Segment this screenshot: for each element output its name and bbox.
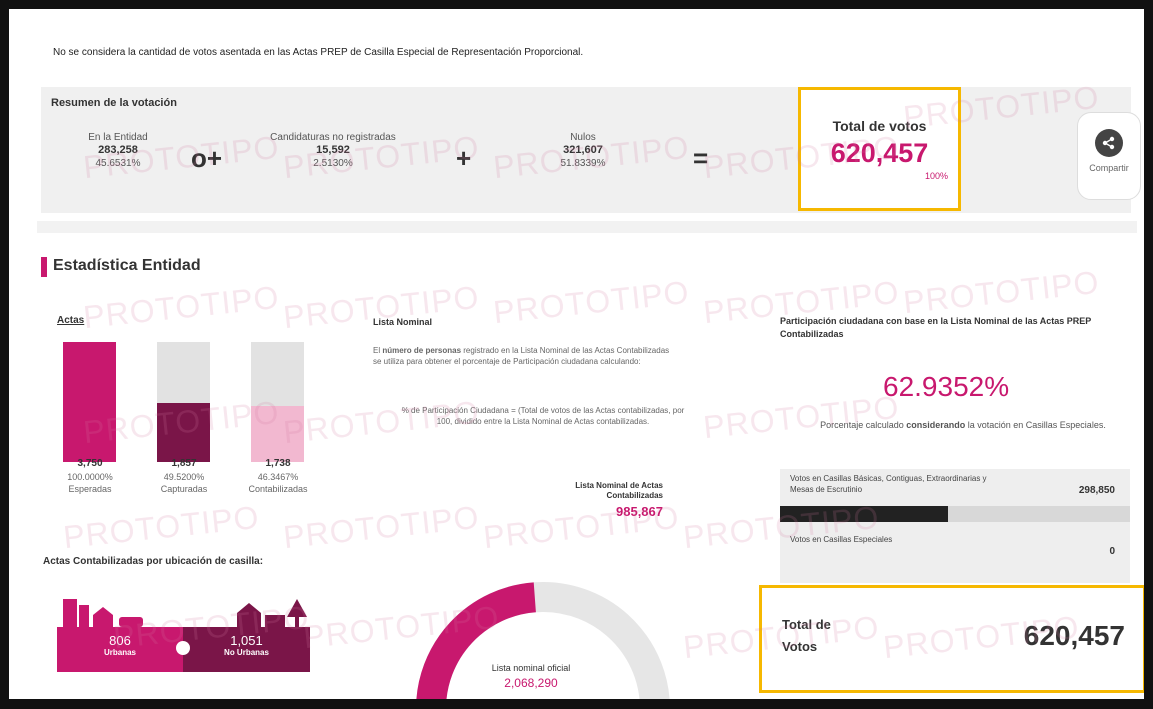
watermark: PROTOTIPO — [701, 388, 902, 446]
total-votes-label: Total de votos — [832, 118, 927, 134]
watermark: PROTOTIPO — [491, 273, 692, 331]
summary-item-entidad: En la Entidad 283,258 45.6531% — [73, 131, 163, 170]
summary-item-value: 283,258 — [98, 144, 138, 156]
total-de-votos-value: 620,457 — [1023, 620, 1125, 651]
summary-item-pct: 2.5130% — [313, 158, 353, 169]
summary-title: Resumen de la votación — [51, 97, 177, 109]
lista-nominal-title: Lista Nominal — [373, 317, 433, 327]
votes-especiales-value: 0 — [1109, 546, 1115, 557]
bar-label: Contabilizadas — [248, 484, 308, 494]
car-icon — [119, 617, 143, 627]
lista-nominal-actas-label: Lista Nominal de Actas Contabilizadas — [575, 481, 663, 500]
participacion-desc-pre: Porcentaje calculado — [820, 420, 907, 430]
tree-icon — [287, 599, 307, 629]
building-icon — [63, 599, 77, 629]
watermark: PROTOTIPO — [281, 498, 482, 556]
total-votes-box: Total de votos 620,457 100% — [798, 87, 961, 211]
bar-fill — [251, 406, 304, 462]
lista-nominal-oficial-value: 2,068,290 — [504, 676, 558, 690]
operator-equals: = — [693, 143, 709, 173]
bar-esperadas — [63, 342, 116, 462]
watermark: PROTOTIPO — [81, 278, 282, 336]
summary-item-no-registradas: Candidaturas no registradas 15,592 2.513… — [263, 131, 403, 170]
bar-label: Capturadas — [160, 484, 208, 494]
votes-basicas-bar-fill — [780, 506, 948, 522]
participacion-desc-post: la votación en Casillas Especiales. — [965, 420, 1106, 430]
page-content: No se considera la cantidad de votos ase… — [23, 9, 1144, 699]
total-de-votos-label: Total de Votos — [782, 617, 831, 654]
votes-basicas-value: 298,850 — [1078, 485, 1115, 496]
ubicacion-title: Actas Contabilizadas por ubicación de ca… — [43, 556, 264, 567]
notice-text: No se considera la cantidad de votos ase… — [53, 47, 584, 58]
bar-value: 1,738 — [265, 458, 291, 469]
summary-item-value: 321,607 — [563, 144, 603, 156]
bar-pct: 100.0000% — [67, 472, 113, 482]
watermark: PROTOTIPO — [901, 263, 1102, 321]
summary-item-nulos: Nulos 321,607 51.8339% — [538, 131, 628, 170]
lista-nominal-text-pre: El — [373, 346, 383, 355]
bar-fill — [157, 402, 210, 462]
lista-nominal-oficial-label: Lista nominal oficial — [491, 663, 571, 673]
section-title: Estadística Entidad — [53, 257, 201, 274]
actas-title: Actas — [57, 315, 85, 326]
no-urbanas-label: No Urbanas — [224, 648, 269, 657]
section-divider — [37, 221, 1137, 233]
participacion-value: 62.9352% — [883, 371, 1010, 402]
screenshot-frame: No se considera la cantidad de votos ase… — [0, 0, 1153, 709]
votes-basicas-label: Votos en Casillas Básicas, Contiguas, Ex… — [790, 474, 987, 494]
total-de-votos-box: Total de Votos 620,457 — [759, 585, 1144, 693]
bar-contabilizadas — [251, 342, 304, 462]
bar-fill — [63, 342, 116, 462]
share-label: Compartir — [1089, 163, 1129, 173]
lista-nominal-text: El número de personas registrado en la L… — [373, 345, 673, 367]
summary-item-pct: 51.8339% — [560, 158, 606, 169]
bar-label: Esperadas — [68, 484, 112, 494]
bar-value: 3,750 — [77, 458, 103, 469]
bar-capturadas — [157, 342, 210, 462]
share-button[interactable]: Compartir — [1077, 112, 1141, 200]
section-accent-bar — [41, 257, 47, 277]
no-urbanas-value: 1,051 — [230, 633, 263, 648]
watermark: PROTOTIPO — [281, 278, 482, 336]
bar-value: 1,857 — [171, 458, 197, 469]
house-icon — [93, 607, 113, 629]
summary-item-label: En la Entidad — [88, 132, 148, 143]
summary-item-pct: 45.6531% — [95, 158, 141, 169]
barn-icon — [237, 603, 261, 629]
summary-item-label: Candidaturas no registradas — [270, 132, 396, 143]
participacion-desc: Porcentaje calculado considerando la vot… — [793, 419, 1133, 432]
operator-plus: + — [456, 143, 472, 173]
operator-or-plus: o+ — [191, 143, 223, 173]
total-votes-value: 620,457 — [830, 138, 929, 168]
urbanas-label: Urbanas — [103, 648, 136, 657]
participacion-desc-bold: considerando — [906, 420, 966, 430]
votes-especiales-label: Votos en Casillas Especiales — [790, 535, 893, 544]
lista-nominal-text-bold: número de personas — [382, 346, 462, 355]
summary-item-label: Nulos — [570, 132, 596, 143]
total-votes-pct: 100% — [924, 171, 948, 181]
urban-rural-illustration — [63, 599, 307, 629]
bar-pct: 49.5200% — [163, 472, 205, 482]
lista-nominal-formula: % de Participación Ciudadana = (Total de… — [401, 406, 685, 426]
building-icon — [79, 605, 89, 629]
gauge-fill-arc — [416, 582, 537, 699]
ubicacion-separator-dot — [176, 641, 190, 655]
bar-pct: 46.3467% — [257, 472, 299, 482]
urbanas-value: 806 — [109, 633, 131, 648]
share-icon — [1095, 129, 1123, 157]
watermark: PROTOTIPO — [61, 498, 262, 556]
ubicacion-urbanas-card: 806 Urbanas — [57, 627, 183, 672]
lista-nominal-actas-value: 985,867 — [616, 504, 663, 519]
summary-item-value: 15,592 — [316, 144, 350, 156]
participacion-title: Participación ciudadana con base en la L… — [780, 316, 1092, 339]
ubicacion-no-urbanas-card: 1,051 No Urbanas — [183, 627, 310, 672]
